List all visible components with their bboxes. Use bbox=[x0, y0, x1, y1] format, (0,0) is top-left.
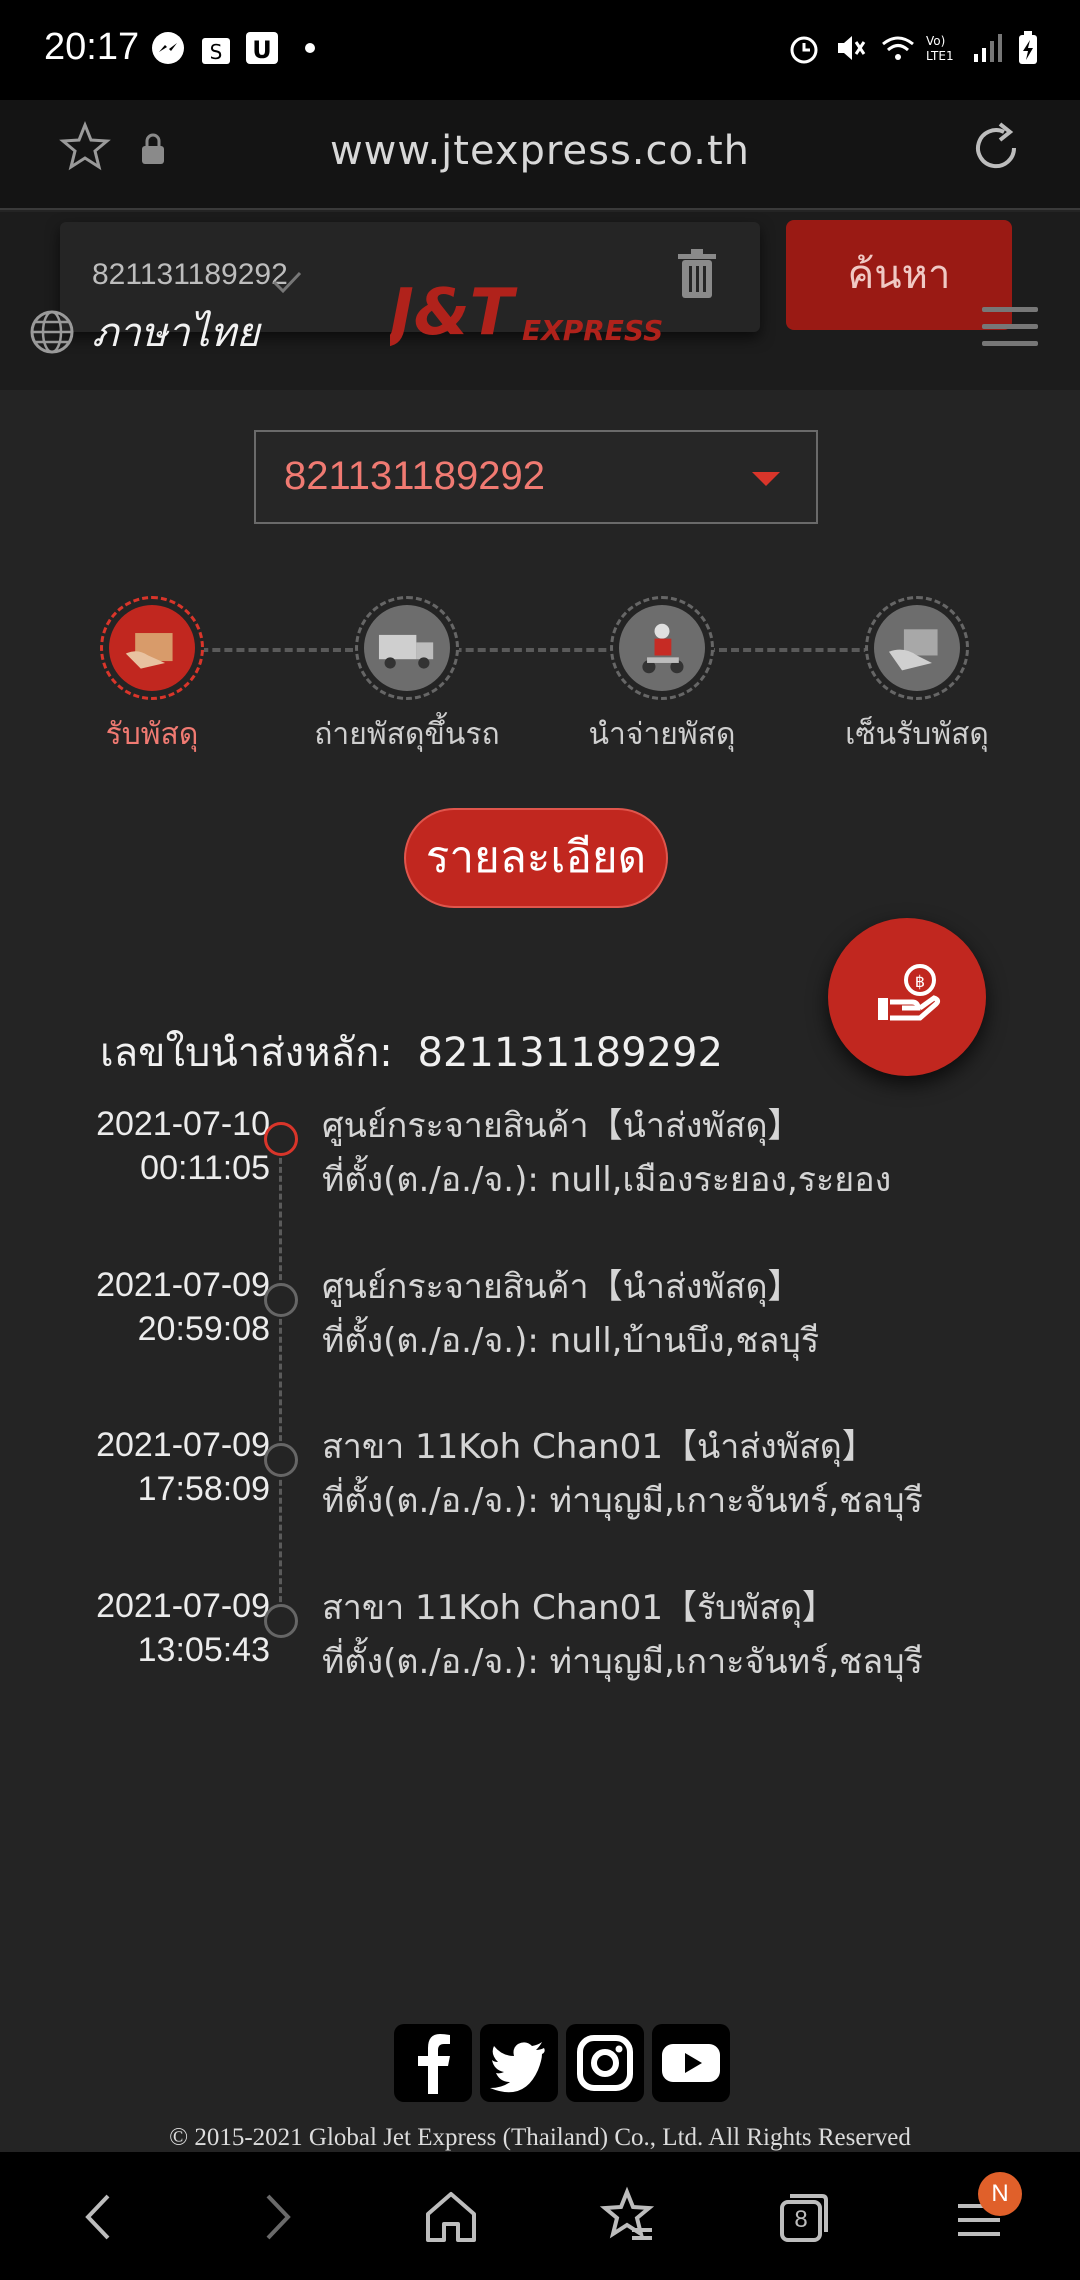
svg-text:฿: ฿ bbox=[915, 972, 925, 991]
reload-icon[interactable] bbox=[966, 118, 1026, 178]
wifi-icon bbox=[882, 36, 914, 60]
search-button[interactable]: ค้นหา bbox=[786, 220, 1012, 330]
facebook-icon[interactable] bbox=[394, 2024, 472, 2102]
signed-parcel-icon bbox=[874, 605, 960, 691]
event-title: สาขา 11Koh Chan01【นำส่งพัสดุ】 bbox=[322, 1427, 876, 1467]
home-icon[interactable] bbox=[416, 2182, 486, 2252]
event-time: 00:11:05 bbox=[140, 1149, 270, 1187]
site-header: 821131189292 ค้นหา J&T EXPRESS ภาษาไทย bbox=[0, 212, 1080, 390]
timeline-dot bbox=[264, 1122, 298, 1156]
status-time: 20:17 bbox=[44, 26, 140, 68]
timeline-event: 2021-07-09 20:59:08 ศูนย์กระจายสินค้า【นำส… bbox=[0, 1263, 1080, 1413]
tracking-number-selected: 821131189292 bbox=[284, 454, 546, 498]
event-location-value: null,เมืองระยอง,ระยอง bbox=[549, 1160, 892, 1200]
mute-icon bbox=[838, 36, 866, 60]
url-text[interactable]: www.jtexpress.co.th bbox=[0, 128, 1080, 174]
twitter-icon[interactable] bbox=[480, 2024, 558, 2102]
step-signed: เซ็นรับพัสดุ bbox=[792, 596, 1042, 754]
language-selector[interactable]: ภาษาไทย bbox=[28, 302, 260, 362]
step-label: ถ่ายพัสดุขึ้นรถ bbox=[314, 717, 500, 752]
instagram-icon[interactable] bbox=[566, 2024, 644, 2102]
status-bar: 20:17 S U Vo) LTE1 bbox=[0, 0, 1080, 100]
event-location-value: ท่าบุญมี,เกาะจันทร์,ชลบุรี bbox=[549, 1481, 923, 1521]
forward-icon[interactable] bbox=[242, 2182, 312, 2252]
step-label: นำจ่ายพัสดุ bbox=[588, 717, 736, 752]
alarm-icon bbox=[790, 36, 818, 64]
event-title: ศูนย์กระจายสินค้า【นำส่งพัสดุ】 bbox=[322, 1106, 802, 1146]
event-location-value: null,บ้านบึง,ชลบุรี bbox=[549, 1321, 820, 1361]
volte-icon: Vo)LTE1 bbox=[926, 34, 954, 63]
event-time: 20:59:08 bbox=[137, 1310, 270, 1348]
parcel-received-icon bbox=[109, 605, 195, 691]
svg-text:LTE1: LTE1 bbox=[926, 49, 954, 63]
event-location-label: ที่ตั้ง(ต./อ./จ.): bbox=[322, 1642, 539, 1682]
caret-down-icon bbox=[752, 472, 780, 486]
language-label: ภาษาไทย bbox=[92, 310, 260, 356]
waybill-heading: เลขใบนำส่งหลัก: 821131189292 bbox=[100, 1020, 723, 1084]
back-icon[interactable] bbox=[64, 2182, 134, 2252]
jt-express-logo: J&T EXPRESS bbox=[390, 276, 663, 348]
step-label: รับพัสดุ bbox=[105, 717, 199, 752]
event-date: 2021-07-10 bbox=[96, 1105, 270, 1143]
details-button[interactable]: รายละเอียด bbox=[404, 808, 668, 908]
hand-coin-icon: ฿ bbox=[878, 964, 941, 1021]
timeline-dot bbox=[264, 1604, 298, 1638]
youtube-icon[interactable] bbox=[652, 2024, 730, 2102]
event-location: ที่ตั้ง(ต./อ./จ.): ท่าบุญมี,เกาะจันทร์,ช… bbox=[322, 1479, 923, 1523]
signal-icon bbox=[974, 34, 1002, 62]
event-date: 2021-07-09 bbox=[96, 1587, 270, 1625]
timeline-event: 2021-07-10 00:11:05 ศูนย์กระจายสินค้า【นำส… bbox=[0, 1102, 1080, 1252]
dot-icon bbox=[305, 43, 315, 53]
shopee-icon: S bbox=[202, 38, 230, 64]
tabs-count: 8 bbox=[794, 2206, 808, 2233]
bookmarks-icon[interactable] bbox=[592, 2182, 662, 2252]
browser-bottom-nav: 8 bbox=[0, 2152, 1080, 2280]
event-location: ที่ตั้ง(ต./อ./จ.): null,บ้านบึง,ชลบุรี bbox=[322, 1319, 819, 1363]
event-location-label: ที่ตั้ง(ต./อ./จ.): bbox=[322, 1481, 539, 1521]
copyright-text: © 2015-2021 Global Jet Express (Thailand… bbox=[169, 2124, 911, 2151]
browser-url-bar: www.jtexpress.co.th bbox=[0, 100, 1080, 210]
step-loading: ถ่ายพัสดุขึ้นรถ bbox=[282, 596, 532, 754]
floating-action-button[interactable]: ฿ bbox=[828, 918, 986, 1076]
svg-text:S: S bbox=[210, 40, 223, 64]
event-date: 2021-07-09 bbox=[96, 1426, 270, 1464]
waybill-number: 821131189292 bbox=[417, 1030, 723, 1076]
timeline-dot bbox=[264, 1443, 298, 1477]
svg-text:EXPRESS: EXPRESS bbox=[522, 314, 663, 347]
event-time: 13:05:43 bbox=[137, 1631, 270, 1669]
search-input-value: 821131189292 bbox=[92, 258, 288, 291]
globe-icon bbox=[30, 310, 74, 354]
hamburger-menu-icon[interactable] bbox=[982, 307, 1038, 353]
waybill-label: เลขใบนำส่งหลัก: bbox=[100, 1030, 393, 1076]
step-delivering: นำจ่ายพัสดุ bbox=[537, 596, 787, 754]
event-location: ที่ตั้ง(ต./อ./จ.): null,เมืองระยอง,ระยอง bbox=[322, 1158, 891, 1202]
truck-icon bbox=[364, 605, 450, 691]
timeline-dot bbox=[264, 1283, 298, 1317]
u-app-icon: U bbox=[246, 32, 278, 64]
step-received: รับพัสดุ bbox=[27, 596, 277, 754]
event-date: 2021-07-09 bbox=[96, 1266, 270, 1304]
battery-charging-icon bbox=[1019, 31, 1037, 64]
notification-badge: N bbox=[978, 2172, 1022, 2216]
courier-scooter-icon bbox=[619, 605, 705, 691]
event-time: 17:58:09 bbox=[137, 1470, 270, 1508]
event-location-label: ที่ตั้ง(ต./อ./จ.): bbox=[322, 1160, 539, 1200]
tracking-number-select[interactable]: 821131189292 bbox=[254, 430, 818, 524]
event-title: สาขา 11Koh Chan01【รับพัสดุ】 bbox=[322, 1588, 837, 1628]
svg-text:J&T: J&T bbox=[390, 276, 518, 348]
svg-text:Vo): Vo) bbox=[926, 34, 945, 48]
event-location-value: ท่าบุญมี,เกาะจันทร์,ชลบุรี bbox=[549, 1642, 923, 1682]
step-label: เซ็นรับพัสดุ bbox=[845, 717, 989, 752]
svg-text:U: U bbox=[252, 36, 272, 64]
messenger-icon bbox=[152, 32, 184, 64]
tabs-button[interactable]: 8 bbox=[768, 2182, 838, 2252]
check-icon bbox=[272, 271, 302, 294]
timeline-event: 2021-07-09 17:58:09 สาขา 11Koh Chan01【นำส… bbox=[0, 1423, 1080, 1573]
timeline-event: 2021-07-09 13:05:43 สาขา 11Koh Chan01【รับ… bbox=[0, 1584, 1080, 1734]
event-title: ศูนย์กระจายสินค้า【นำส่งพัสดุ】 bbox=[322, 1267, 802, 1307]
event-location: ที่ตั้ง(ต./อ./จ.): ท่าบุญมี,เกาะจันทร์,ช… bbox=[322, 1640, 923, 1684]
event-location-label: ที่ตั้ง(ต./อ./จ.): bbox=[322, 1321, 539, 1361]
